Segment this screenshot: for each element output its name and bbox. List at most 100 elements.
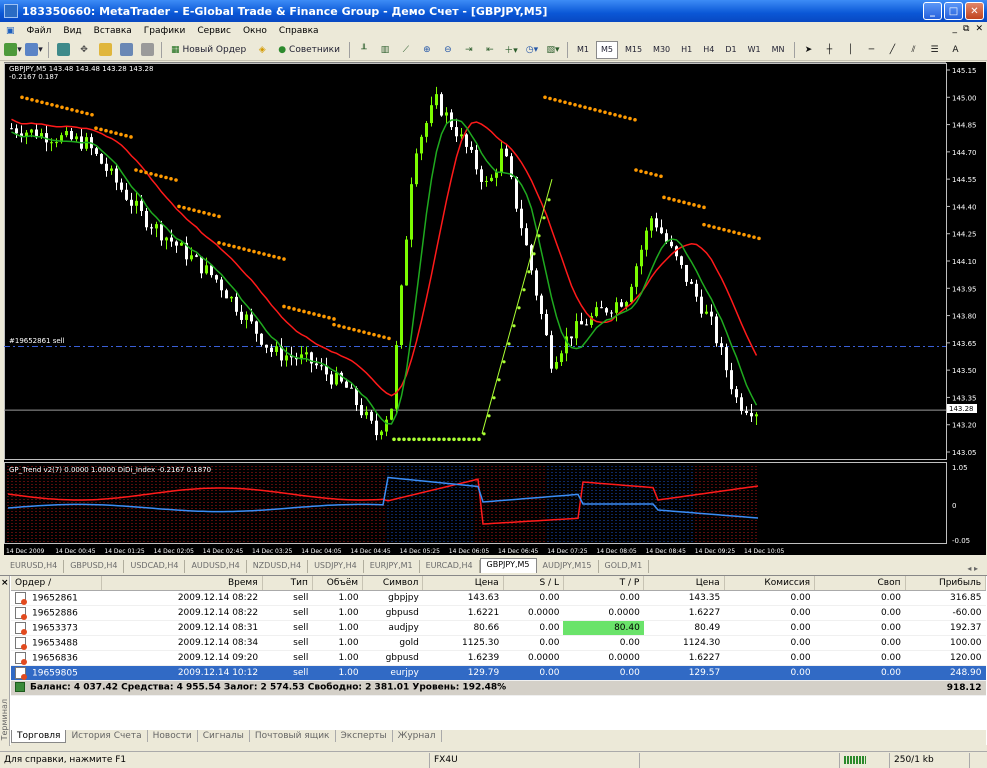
profiles-icon[interactable]: ▾ <box>25 41 43 59</box>
terminal-tab[interactable]: Почтовый ящик <box>250 730 336 742</box>
timeframe-m5[interactable]: M5 <box>595 40 618 59</box>
timeframe-w1[interactable]: W1 <box>744 41 765 59</box>
mdi-close-button[interactable]: ✕ <box>975 24 983 34</box>
timeframe-d1[interactable]: D1 <box>721 41 740 59</box>
crosshair-icon[interactable]: ┼ <box>821 41 839 59</box>
terminal-tab[interactable]: Сигналы <box>198 730 250 742</box>
stop-dot-orange <box>212 213 216 217</box>
fibo-icon[interactable]: ☰ <box>926 41 944 59</box>
order-row[interactable]: 19652886 2009.12.14 08:22 sell 1.00 gbpusd 1.… <box>11 605 986 621</box>
candle-body <box>205 265 208 274</box>
col-tp[interactable]: T / P <box>563 576 645 591</box>
text-tool-icon[interactable]: A <box>947 41 965 59</box>
new-order-button[interactable]: ▦ Новый Ордер <box>167 41 250 59</box>
col-type[interactable]: Тип <box>262 576 313 591</box>
chart-tab[interactable]: EURJPY,M1 <box>364 560 420 573</box>
channel-icon[interactable]: ⫽ <box>905 41 923 59</box>
vertical-line-icon[interactable]: │ <box>842 41 860 59</box>
timeframe-h4[interactable]: H4 <box>699 41 718 59</box>
minimize-button[interactable]: _ <box>923 2 942 20</box>
chart-tab[interactable]: EURCAD,H4 <box>420 560 480 573</box>
chart-tab[interactable]: GBPUSD,H4 <box>64 560 125 573</box>
indicators-icon[interactable]: ＋▾ <box>502 41 520 59</box>
terminal-close-icon[interactable]: × <box>1 578 9 588</box>
order-row[interactable]: 19652861 2009.12.14 08:22 sell 1.00 gbpjpy 14… <box>11 590 986 606</box>
zoom-out-icon[interactable]: ⊖ <box>439 41 457 59</box>
order-row[interactable]: 19653488 2009.12.14 08:34 sell 1.00 gold 1125… <box>11 635 986 651</box>
menu-insert[interactable]: Вставка <box>88 26 138 36</box>
col-time[interactable]: Время <box>101 576 263 591</box>
candle-body <box>750 412 753 417</box>
menu-tools[interactable]: Сервис <box>191 26 237 36</box>
chart-window[interactable]: GBPJPY,M5 143.48 143.48 143.28 143.28 -0… <box>4 62 986 555</box>
metaeditor-icon[interactable]: ◈ <box>253 41 271 59</box>
advisors-button[interactable]: ● Советники <box>274 41 344 59</box>
chart-tab[interactable]: GBPJPY,M5 <box>479 558 537 573</box>
col-symbol[interactable]: Символ <box>362 576 424 591</box>
zoom-in-icon[interactable]: ⊕ <box>418 41 436 59</box>
order-row[interactable]: 19653373 2009.12.14 08:31 sell 1.00 audjpy 80… <box>11 620 986 636</box>
templates-icon[interactable]: ▧▾ <box>544 41 562 59</box>
col-order[interactable]: Ордер / <box>11 576 102 591</box>
chart-shift-icon[interactable]: ⇤ <box>481 41 499 59</box>
chart-tab[interactable]: AUDJPY,M15 <box>537 560 599 573</box>
bar-chart-icon[interactable]: ╨ <box>355 41 373 59</box>
timeframe-mn[interactable]: MN <box>768 41 789 59</box>
terminal-tab[interactable]: Журнал <box>393 730 442 742</box>
menu-charts[interactable]: Графики <box>138 26 192 36</box>
chart-tab[interactable]: GOLD,M1 <box>599 560 650 573</box>
terminal-tab[interactable]: Эксперты <box>336 730 393 742</box>
horizontal-line-icon[interactable]: ─ <box>863 41 881 59</box>
line-chart-icon[interactable]: ⟋ <box>397 41 415 59</box>
tab-scroll-icon[interactable]: ◂ ▸ <box>959 564 986 573</box>
candle-body <box>160 224 163 241</box>
chart-tab[interactable]: AUDUSD,H4 <box>185 560 247 573</box>
order-cell-comm: 0.00 <box>724 650 815 666</box>
chart-tab[interactable]: EURUSD,H4 <box>4 560 65 573</box>
order-row[interactable]: 19656836 2009.12.14 09:20 sell 1.00 gbpusd 1.… <box>11 650 986 666</box>
candle-chart-icon[interactable]: ▥ <box>376 41 394 59</box>
market-watch-icon[interactable] <box>54 41 72 59</box>
col-commission[interactable]: Комиссия <box>724 576 816 591</box>
trendline-icon[interactable]: ╱ <box>884 41 902 59</box>
autoscroll-icon[interactable]: ⇥ <box>460 41 478 59</box>
col-price[interactable]: Цена <box>422 576 504 591</box>
terminal-tab[interactable]: История Счета <box>66 730 148 742</box>
candle-body <box>540 295 543 314</box>
col-current-price[interactable]: Цена <box>643 576 725 591</box>
maximize-button[interactable]: □ <box>944 2 963 20</box>
menu-window[interactable]: Окно <box>237 26 273 36</box>
col-volume[interactable]: Объём <box>312 576 364 591</box>
col-sl[interactable]: S / L <box>503 576 564 591</box>
navigator-icon[interactable]: ✥ <box>75 41 93 59</box>
close-button[interactable]: ✕ <box>965 2 984 20</box>
terminal-tab[interactable]: Новости <box>148 730 198 742</box>
timeframe-m1[interactable]: M1 <box>573 41 593 59</box>
periods-icon[interactable]: ◷▾ <box>523 41 541 59</box>
menu-help[interactable]: Справка <box>273 26 325 36</box>
chart-tab[interactable]: USDCAD,H4 <box>124 560 186 573</box>
cursor-icon[interactable]: ➤ <box>800 41 818 59</box>
chart-tab[interactable]: USDJPY,H4 <box>308 560 364 573</box>
timeframe-h1[interactable]: H1 <box>677 41 696 59</box>
tester-icon[interactable] <box>138 41 156 59</box>
order-cell-cur: 80.49 <box>643 620 725 636</box>
mdi-minimize-button[interactable]: _ <box>953 24 958 34</box>
new-chart-icon[interactable]: ▾ <box>4 41 22 59</box>
terminal-icon[interactable] <box>117 41 135 59</box>
terminal-tab[interactable]: Торговля <box>11 730 67 743</box>
col-swap[interactable]: Своп <box>814 576 906 591</box>
candle-body <box>630 286 633 303</box>
price-chart[interactable]: GBPJPY,M5 143.48 143.48 143.28 143.28 -0… <box>4 62 986 555</box>
chart-tab[interactable]: NZDUSD,H4 <box>247 560 309 573</box>
candle-body <box>245 314 248 320</box>
mdi-restore-button[interactable]: ⧉ <box>963 24 969 34</box>
menu-view[interactable]: Вид <box>57 26 87 36</box>
timeframe-m30[interactable]: M30 <box>649 41 674 59</box>
timeframe-m15[interactable]: M15 <box>621 41 646 59</box>
time-axis-label: 14 Dec 08:45 <box>646 548 687 555</box>
order-row[interactable]: 19659805 2009.12.14 10:12 sell 1.00 eurjpy 12… <box>11 665 986 681</box>
menu-file[interactable]: Файл <box>21 26 58 36</box>
folder-icon[interactable] <box>96 41 114 59</box>
col-profit[interactable]: Прибыль <box>905 576 986 591</box>
